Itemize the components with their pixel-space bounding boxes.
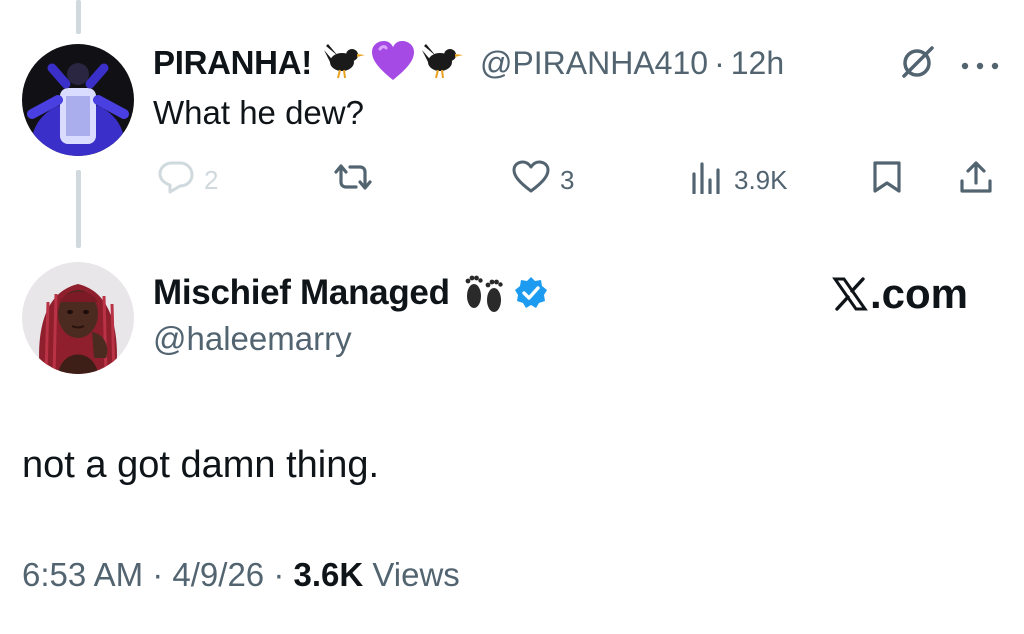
blackbird-emoji-icon: [420, 42, 464, 85]
views-button[interactable]: 3.9K: [690, 160, 788, 200]
verified-badge-icon[interactable]: [514, 276, 548, 310]
repost-button[interactable]: [330, 160, 386, 200]
parent-display-name[interactable]: PIRANHA!: [153, 44, 312, 82]
meta-separator: ·: [143, 556, 173, 593]
reply-handle[interactable]: @haleemarry: [153, 320, 352, 358]
x-logo-icon: [832, 276, 868, 312]
reply-icon: [158, 160, 194, 201]
reply-views-label: Views: [363, 556, 460, 593]
more-options-icon[interactable]: [960, 58, 1000, 76]
parent-emoji-group: [322, 40, 464, 87]
thread-line-bottom: [76, 170, 81, 248]
reply-count: 2: [204, 164, 219, 195]
meta-separator: ·: [264, 556, 294, 593]
like-button[interactable]: 3: [512, 160, 574, 200]
parent-handle[interactable]: @PIRANHA410: [480, 45, 708, 82]
reply-header: Mischief Managed: [153, 268, 548, 318]
footprints-emoji-icon: [462, 272, 508, 314]
header-separator: ·: [714, 44, 725, 81]
share-button[interactable]: [958, 160, 994, 200]
bookmark-icon: [872, 160, 902, 201]
share-icon: [958, 159, 994, 202]
watermark-domain-text: .com: [870, 270, 969, 317]
purple-heart-emoji-icon: [370, 40, 416, 87]
bookmark-button[interactable]: [872, 160, 902, 200]
reply-meta: 6:53 AM · 4/9/26 · 3.6K Views: [22, 556, 460, 594]
reply-date[interactable]: 4/9/26: [172, 556, 264, 593]
reply-tweet-text: not a got damn thing.: [22, 444, 380, 486]
views-count: 3.9K: [734, 164, 788, 195]
thread-line-top: [76, 0, 81, 34]
like-count: 3: [560, 164, 575, 195]
reply-avatar[interactable]: [22, 262, 134, 374]
blackbird-emoji-icon: [322, 42, 366, 85]
parent-tweet-text: What he dew?: [153, 94, 364, 131]
parent-avatar[interactable]: [22, 44, 134, 156]
parent-header: PIRANHA! @PIRANHA410 · 12h: [153, 38, 784, 88]
reply-button[interactable]: 2: [158, 160, 218, 200]
heart-icon: [512, 160, 550, 201]
x-com-watermark: .com: [832, 270, 968, 318]
repost-icon: [330, 160, 376, 201]
parent-timestamp[interactable]: 12h: [731, 45, 784, 82]
analytics-icon: [690, 160, 724, 201]
reply-views-count[interactable]: 3.6K: [293, 556, 363, 593]
reply-time[interactable]: 6:53 AM: [22, 556, 143, 593]
reply-display-name[interactable]: Mischief Managed: [153, 273, 450, 313]
grok-icon[interactable]: [900, 44, 936, 85]
